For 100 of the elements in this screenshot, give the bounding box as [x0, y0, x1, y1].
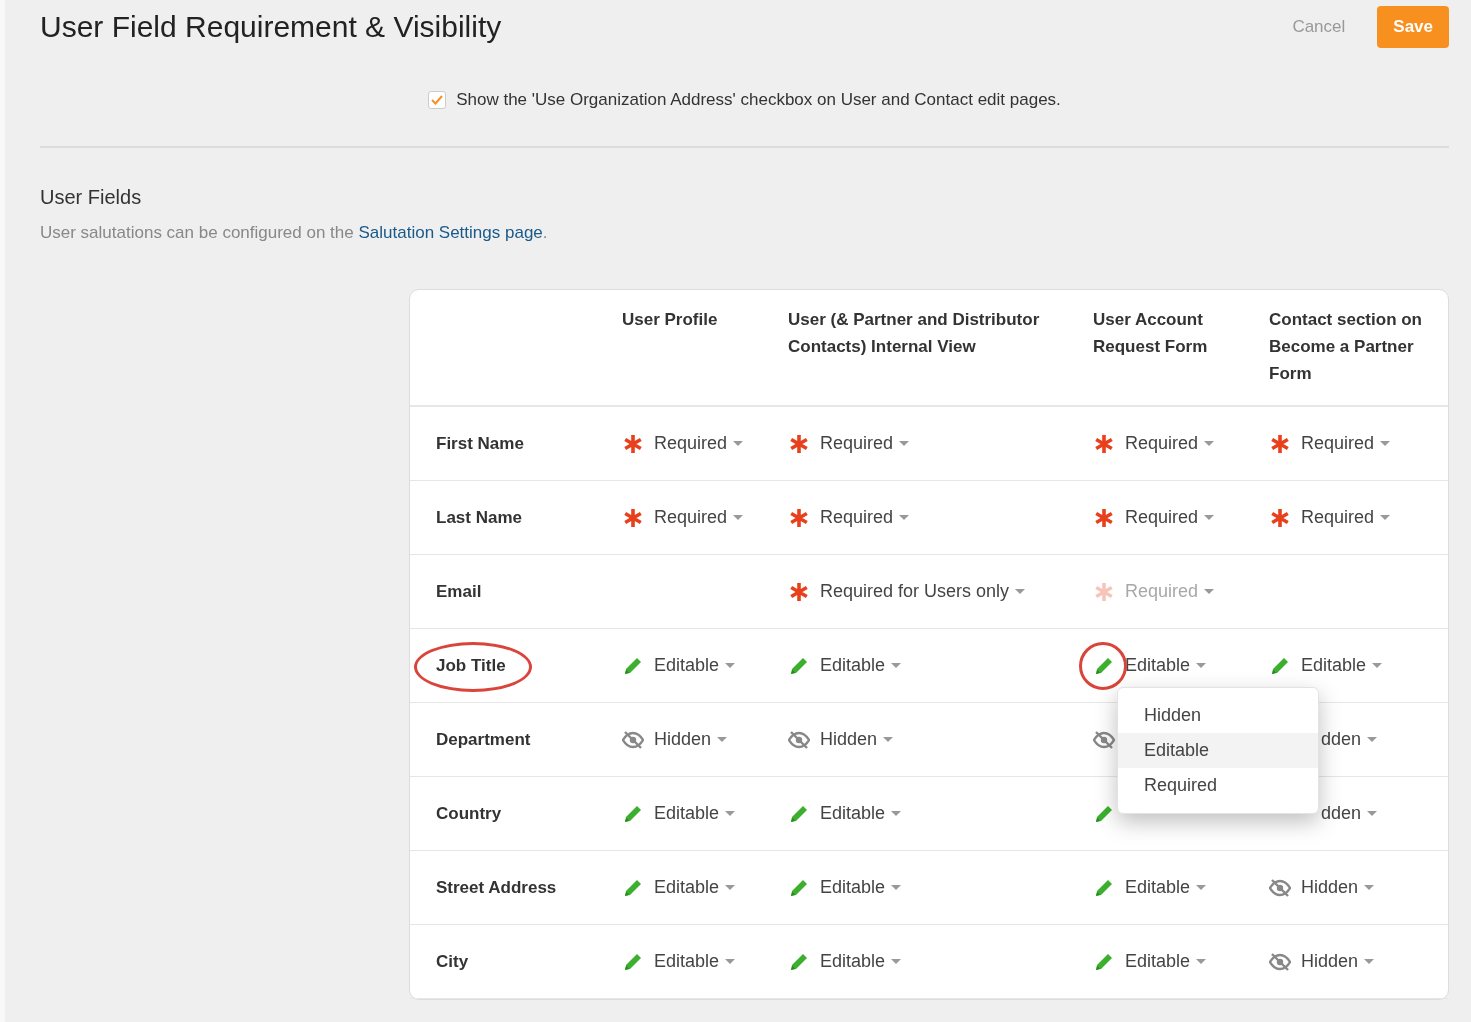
caret-icon	[891, 884, 902, 891]
pencil-icon	[623, 951, 643, 972]
menu-option[interactable]: Editable	[1118, 733, 1318, 768]
caret-icon	[717, 736, 728, 743]
pencil-icon	[1270, 655, 1290, 676]
pencil-icon	[789, 877, 809, 898]
asterisk-icon	[1094, 507, 1114, 528]
eye-off-icon	[1093, 729, 1115, 750]
permission-dropdown[interactable]: Hidden	[820, 729, 894, 750]
caret-icon	[1380, 440, 1391, 447]
permission-dropdown[interactable]: Required	[654, 507, 744, 528]
permission-dropdown[interactable]: Editable	[820, 951, 902, 972]
eye-off-icon	[788, 729, 810, 750]
permission-dropdown[interactable]: Required	[1301, 433, 1391, 454]
asterisk-icon	[623, 433, 643, 454]
asterisk-icon	[789, 507, 809, 528]
caret-icon	[1367, 736, 1378, 743]
caret-icon	[733, 440, 744, 447]
salutation-settings-link[interactable]: Salutation Settings page	[358, 223, 543, 242]
asterisk-icon	[623, 507, 643, 528]
caret-icon	[1196, 662, 1207, 669]
permission-dropdown[interactable]: dden	[1321, 729, 1378, 750]
eye-off-icon	[622, 729, 644, 750]
permission-dropdown[interactable]: Editable	[654, 951, 736, 972]
column-header: User Profile	[622, 310, 718, 329]
caret-icon	[1364, 958, 1375, 965]
permission-dropdown[interactable]: Editable	[820, 877, 902, 898]
permission-dropdown[interactable]: Hidden	[1301, 951, 1375, 972]
permission-dropdown[interactable]: Editable	[1125, 951, 1207, 972]
pencil-icon	[623, 877, 643, 898]
permission-dropdown[interactable]: Required	[820, 507, 910, 528]
permission-dropdown[interactable]: dden	[1321, 803, 1378, 824]
checkbox-label: Show the 'Use Organization Address' checkbox on User and Contact edit pages.	[456, 90, 1061, 110]
menu-option[interactable]: Required	[1118, 768, 1318, 803]
caret-icon	[891, 958, 902, 965]
asterisk-icon	[1270, 507, 1290, 528]
permission-dropdown[interactable]: Required	[1301, 507, 1391, 528]
eye-off-icon	[1269, 951, 1291, 972]
caret-icon	[1367, 810, 1378, 817]
permission-dropdown[interactable]: Required	[820, 433, 910, 454]
permission-dropdown[interactable]: Editable	[1301, 655, 1383, 676]
permission-dropdown[interactable]: Editable	[654, 655, 736, 676]
field-name: Country	[436, 803, 502, 824]
permission-dropdown[interactable]: Hidden	[1301, 877, 1375, 898]
caret-icon	[725, 662, 736, 669]
asterisk-icon	[789, 433, 809, 454]
permission-dropdown[interactable]: Required for Users only	[820, 581, 1026, 602]
menu-option[interactable]: Hidden	[1118, 698, 1318, 733]
permission-dropdown[interactable]: Editable	[820, 803, 902, 824]
section-note: User salutations can be configured on the Salutation Settings page.	[40, 223, 549, 243]
asterisk-icon	[1270, 433, 1290, 454]
caret-icon	[899, 514, 910, 521]
permission-dropdown[interactable]: Editable	[654, 877, 736, 898]
asterisk-icon	[1094, 581, 1114, 602]
caret-icon	[891, 810, 902, 817]
caret-icon	[1204, 440, 1215, 447]
permission-dropdown[interactable]: Editable	[654, 803, 736, 824]
caret-icon	[725, 884, 736, 891]
field-name: City	[436, 951, 469, 972]
pencil-icon	[1094, 951, 1114, 972]
pencil-icon	[623, 655, 643, 676]
asterisk-icon	[1094, 433, 1114, 454]
pencil-icon	[623, 803, 643, 824]
pencil-icon	[789, 655, 809, 676]
caret-icon	[1380, 514, 1391, 521]
caret-icon	[733, 514, 744, 521]
column-header: Contact section on Become a Partner Form	[1269, 310, 1422, 383]
caret-icon	[1204, 514, 1215, 521]
column-header: User Account Request Form	[1093, 310, 1208, 356]
caret-icon	[725, 810, 736, 817]
field-name: Job Title	[436, 655, 506, 676]
permission-dropdown[interactable]: Hidden	[654, 729, 728, 750]
caret-icon	[1372, 662, 1383, 669]
field-name: Street Address	[436, 877, 557, 898]
pencil-icon	[789, 803, 809, 824]
field-name: Email	[436, 581, 482, 602]
caret-icon	[1204, 588, 1215, 595]
permission-dropdown[interactable]: Required	[1125, 507, 1215, 528]
pencil-icon	[789, 951, 809, 972]
caret-icon	[891, 662, 902, 669]
pencil-icon	[1094, 803, 1114, 824]
pencil-icon	[1094, 655, 1114, 676]
section-title: User Fields	[40, 186, 143, 209]
permission-dropdown[interactable]: Editable	[820, 655, 902, 676]
caret-icon	[1196, 958, 1207, 965]
field-name: Department	[436, 729, 531, 750]
permission-dropdown[interactable]: Required	[1125, 433, 1215, 454]
asterisk-icon	[789, 581, 809, 602]
caret-icon	[725, 958, 736, 965]
permission-dropdown[interactable]: Required	[654, 433, 744, 454]
field-name: First Name	[436, 433, 524, 454]
caret-icon	[1364, 884, 1375, 891]
checkbox[interactable]	[428, 91, 447, 109]
eye-off-icon	[1269, 877, 1291, 898]
caret-icon	[883, 736, 894, 743]
caret-icon	[899, 440, 910, 447]
page-title: User Field Requirement & Visibility	[40, 10, 502, 44]
permission-dropdown[interactable]: Editable	[1125, 877, 1207, 898]
caret-icon	[1196, 884, 1207, 891]
field-name: Last Name	[436, 507, 522, 528]
